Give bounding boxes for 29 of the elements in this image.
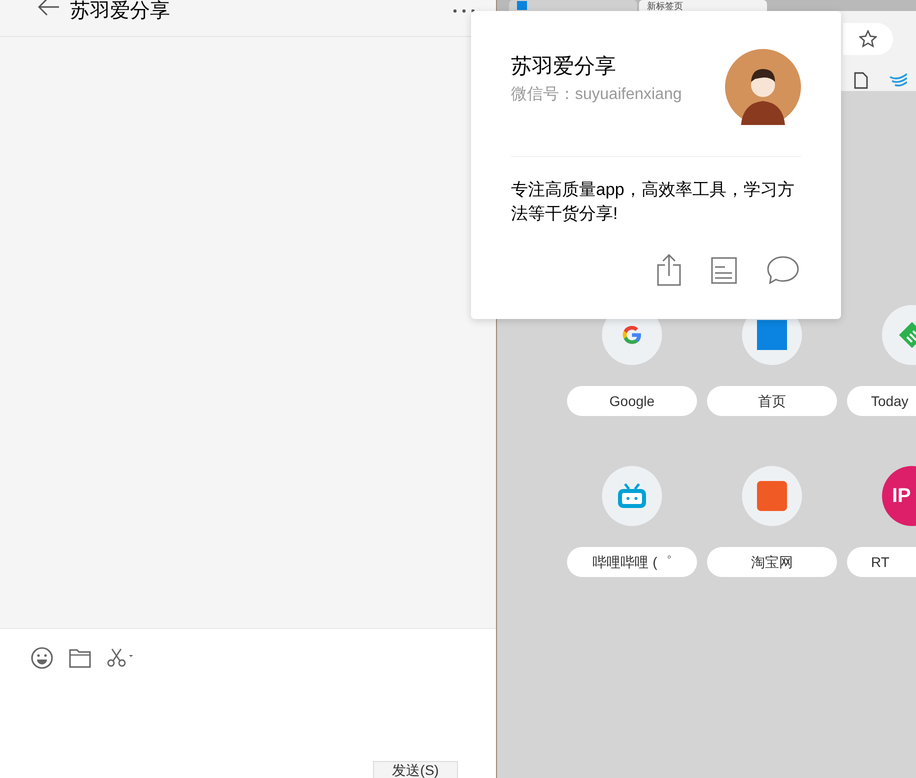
site-icon[interactable]	[617, 483, 647, 509]
document-icon[interactable]	[854, 72, 868, 89]
folder-icon[interactable]	[69, 648, 91, 668]
site-icon[interactable]	[620, 323, 644, 347]
shortcut-label[interactable]: 首页	[707, 386, 837, 416]
document-icon[interactable]	[711, 257, 737, 284]
shortcut-label[interactable]: RT	[847, 547, 916, 577]
browser-tab[interactable]	[509, 0, 637, 11]
chat-bubble-icon[interactable]	[767, 256, 799, 284]
star-icon[interactable]	[859, 30, 877, 48]
send-button[interactable]: 发送(S)	[373, 761, 458, 778]
profile-bio: 专注高质量app，高效率工具，学习方法等干货分享!	[511, 179, 796, 225]
profile-name: 苏羽爱分享	[511, 54, 617, 80]
shortcut-label[interactable]: 淘宝网	[707, 547, 837, 577]
scissors-icon[interactable]	[107, 648, 135, 668]
shortcut-label[interactable]: Google	[567, 386, 697, 416]
wing-icon[interactable]	[889, 73, 907, 87]
site-icon	[517, 1, 527, 10]
shortcut-label[interactable]: 哔哩哔哩 (゜	[567, 547, 697, 577]
site-icon[interactable]: IP	[882, 466, 916, 526]
wechat-id: 微信号：suyuaifenxiang	[511, 85, 682, 105]
shortcut-label[interactable]: Today	[847, 386, 916, 416]
share-icon[interactable]	[657, 254, 681, 286]
emoji-icon[interactable]	[31, 647, 53, 669]
back-arrow-icon[interactable]	[38, 0, 60, 16]
address-bar[interactable]	[843, 23, 893, 55]
more-options-icon[interactable]	[452, 8, 476, 14]
browser-tab[interactable]: 新标签页	[639, 0, 767, 11]
chat-title: 苏羽爱分享	[70, 0, 170, 22]
